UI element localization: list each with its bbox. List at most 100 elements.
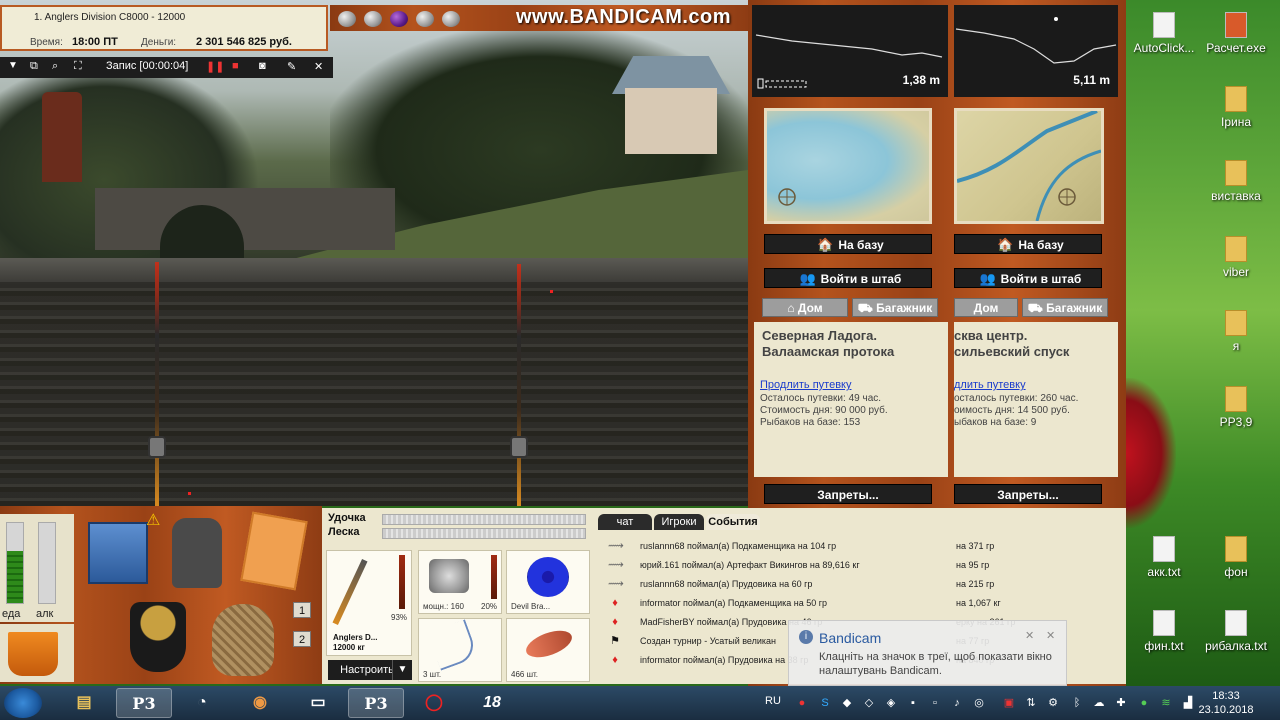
desktop-icon-rybalka[interactable]: рибалка.txt (1198, 610, 1274, 653)
extend-permit-link[interactable]: Продлить путевку (760, 379, 851, 391)
lake-water (0, 282, 748, 506)
record-icon[interactable]: ● (795, 696, 809, 710)
reel-2[interactable] (510, 436, 528, 458)
to-base-label: На базу (838, 238, 884, 252)
rod-cell[interactable]: 93% Anglers D... 12000 кг (326, 550, 412, 656)
backpack-icon[interactable] (172, 518, 222, 588)
tab-chat[interactable]: чат (598, 514, 652, 530)
taskbar-app-rr3-2[interactable]: Р3 (348, 688, 404, 718)
enter-hq-button[interactable]: 👥 Войти в штаб (764, 268, 932, 288)
window-icon[interactable]: ⧉ (30, 60, 38, 73)
tray-icon[interactable]: ● (1137, 696, 1151, 710)
tray-icon[interactable]: ◎ (972, 696, 986, 710)
extend-permit-link[interactable]: длить путевку (954, 379, 1026, 391)
to-base-button[interactable]: 🏠 На базу (764, 234, 932, 254)
slot-1[interactable]: 1 (293, 602, 311, 618)
tray-icon[interactable]: ◇ (862, 696, 876, 710)
tray-icon[interactable]: ⇅ (1024, 696, 1038, 710)
lure-icon[interactable] (390, 11, 408, 27)
info-icon: i (799, 630, 813, 644)
settings-icon[interactable]: ✕ (1025, 629, 1034, 642)
desktop-icon-akk[interactable]: акк.txt (1126, 536, 1202, 579)
fishing-rod-1[interactable] (155, 262, 159, 506)
desktop-icon-vystavka[interactable]: виставка (1198, 160, 1274, 203)
reel-1[interactable] (148, 436, 166, 458)
line-cell[interactable]: Devil Bra... (506, 550, 590, 614)
search-icon[interactable]: ⌕ (52, 60, 58, 73)
tray-icon[interactable]: ◆ (840, 696, 854, 710)
tab-players[interactable]: Игроки (654, 514, 704, 530)
bait-cell[interactable]: 466 шт. (506, 618, 590, 682)
pencil-icon[interactable]: ✎ (287, 60, 296, 73)
bandicam-notification[interactable]: i Bandicam Клацніть на значок в треї, що… (788, 620, 1067, 686)
tray-icon[interactable]: ✚ (1114, 696, 1128, 710)
desktop-icon-viber[interactable]: viber (1198, 236, 1274, 279)
start-button[interactable] (4, 688, 42, 718)
tackle-box-icon[interactable] (88, 522, 148, 584)
hook-cell[interactable]: 3 шт. (418, 618, 502, 682)
network-icon[interactable]: ▟ (1181, 696, 1195, 710)
rod-tension-gauge (382, 514, 586, 525)
language-indicator[interactable]: RU (765, 695, 781, 707)
lure-icon[interactable] (442, 11, 460, 27)
desktop-icon-fin[interactable]: фин.txt (1126, 610, 1202, 653)
lure-icon[interactable] (338, 11, 356, 27)
to-base-button[interactable]: 🏠 На базу (954, 234, 1102, 254)
opera-icon[interactable]: ◯ (406, 688, 462, 718)
taskbar-app-rr3[interactable]: Р3 (116, 688, 172, 718)
desktop-icon-irina[interactable]: Ірина (1198, 86, 1274, 129)
tray-icon[interactable]: ☁ (1092, 696, 1106, 710)
bans-button[interactable]: Запреты... (954, 484, 1102, 504)
tray-icon[interactable]: ◈ (884, 696, 898, 710)
wifi-icon[interactable]: ≋ (1159, 696, 1173, 710)
location-info: Северная Ладога. Валаамская протока Прод… (754, 322, 948, 477)
slot-2[interactable]: 2 (293, 631, 311, 647)
chrome-icon[interactable]: ◉ (232, 688, 288, 718)
home-button[interactable]: ⌂ Дом (762, 298, 848, 317)
keepnet-icon[interactable] (212, 604, 274, 676)
event-text: ruslannn68 поймал(а) Подкаменщика на 104… (640, 541, 837, 551)
bans-button[interactable]: Запреты... (764, 484, 932, 504)
fishing-rod-2[interactable] (517, 264, 521, 506)
fish-icon: ⟿ (608, 578, 624, 590)
tray-icon[interactable]: ♪ (950, 696, 964, 710)
collapse-icon[interactable]: ▼ (8, 60, 18, 71)
tray-icon[interactable]: ▫ (928, 696, 942, 710)
computer-icon[interactable]: ▭ (290, 688, 346, 718)
desktop-icon-raschet[interactable]: Расчет.exe (1198, 12, 1274, 55)
lure-icon[interactable] (364, 11, 382, 27)
clock[interactable]: 18:33 23.10.2018 (1198, 689, 1254, 717)
home-button[interactable]: Дом (954, 298, 1018, 317)
enter-hq-button[interactable]: 👥 Войти в штаб (954, 268, 1102, 288)
tray-icon[interactable]: ▣ (1002, 696, 1016, 710)
close-icon[interactable]: ✕ (1046, 629, 1055, 642)
desktop-icon-rr3[interactable]: РР3,9 (1198, 386, 1274, 429)
stop-icon[interactable]: ■ (232, 60, 239, 72)
speedometer-icon[interactable]: ◔ (174, 688, 230, 718)
skype-icon[interactable]: S (818, 696, 832, 710)
division-title: 1. Anglers Division C8000 - 12000 (34, 12, 186, 23)
lure-icon[interactable] (416, 11, 434, 27)
fullscreen-icon[interactable]: ⛶ (74, 60, 82, 73)
desktop-icon-fon[interactable]: фон (1198, 536, 1274, 579)
trunk-button[interactable]: ⛟ Багажник (1022, 298, 1108, 317)
desktop-icon-autoclick[interactable]: AutoClick... (1126, 12, 1202, 55)
bucket-slot[interactable] (0, 624, 74, 682)
bluetooth-icon[interactable]: ᛒ (1070, 696, 1084, 710)
close-icon[interactable]: ✕ (314, 60, 323, 73)
camera-icon[interactable]: ◙ (259, 60, 266, 72)
tune-dropdown-icon[interactable]: ▼ (392, 660, 412, 680)
desktop-icon-ya[interactable]: я (1198, 310, 1274, 353)
reel-cell[interactable]: мощн.: 160 20% (418, 550, 502, 614)
cauldron-icon[interactable] (130, 602, 186, 672)
location-map[interactable] (764, 108, 932, 224)
taskbar-app-18[interactable]: 18 (464, 688, 520, 718)
pause-icon[interactable]: ❚❚ (206, 60, 224, 73)
tab-events[interactable]: События (706, 514, 760, 530)
notebook-icon[interactable] (240, 511, 308, 591)
location-map[interactable] (954, 108, 1104, 224)
tray-icon[interactable]: ▪ (906, 696, 920, 710)
trunk-button[interactable]: ⛟ Багажник (852, 298, 938, 317)
explorer-icon[interactable]: ▤ (56, 688, 112, 718)
tray-icon[interactable]: ⚙ (1046, 696, 1060, 710)
